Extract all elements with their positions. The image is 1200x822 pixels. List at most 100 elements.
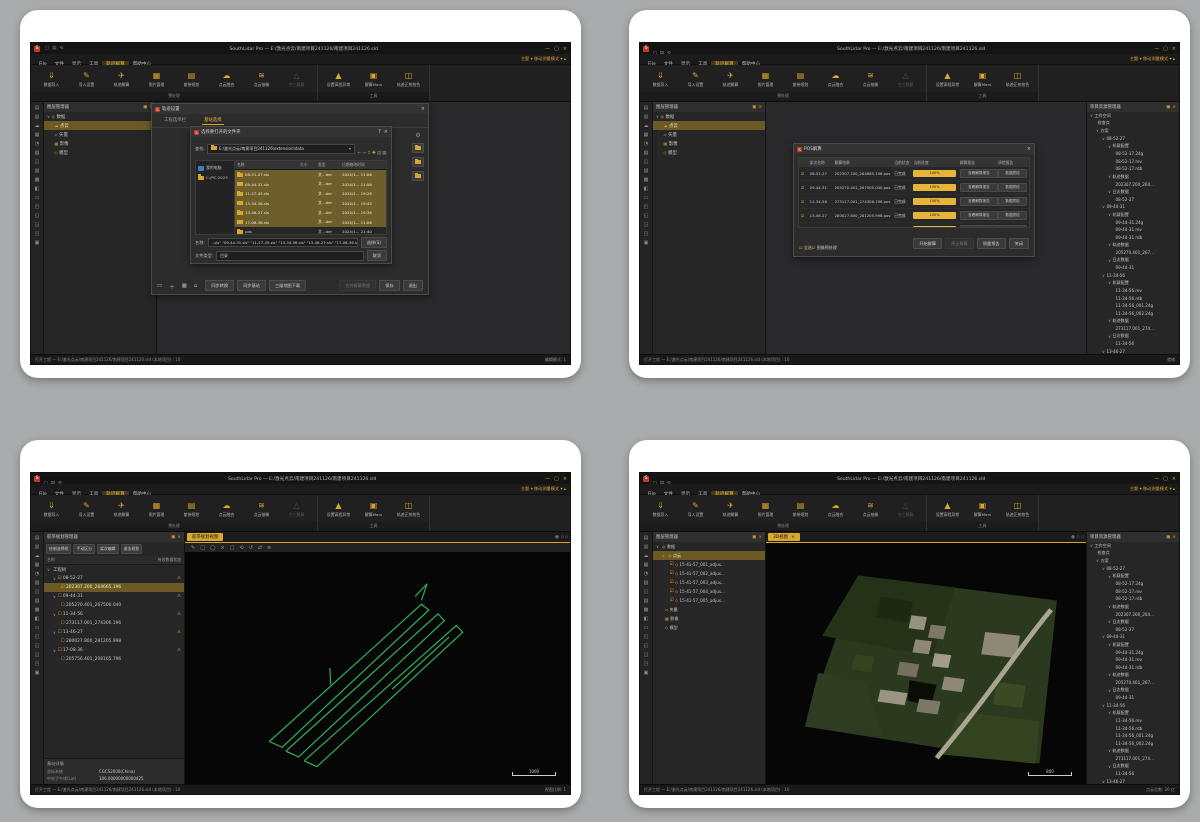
rail-tool-icon[interactable]: ▨ bbox=[35, 167, 40, 176]
pos-table-row[interactable]: ☑ 11-34-56 273117.001_274306.196.pos 已完成… bbox=[799, 195, 1029, 209]
strip-tree-row[interactable]: ☐205270.401_267500.040 bbox=[44, 601, 184, 610]
resource-tree-row[interactable]: ∨轨迹数据 bbox=[1087, 317, 1179, 325]
ribbon-button[interactable]: ☁点云融合 bbox=[209, 66, 244, 92]
quality-check-button[interactable]: 数据质检 bbox=[998, 197, 1027, 206]
dialog-tool-icon[interactable]: ⌂ bbox=[194, 283, 198, 291]
rail-tool-icon[interactable]: ◫ bbox=[644, 158, 649, 167]
nav-icon[interactable]: ✚ bbox=[372, 151, 376, 156]
dialog-button[interactable]: 合并解算数据 bbox=[339, 280, 376, 291]
dialog-button[interactable]: 保存 bbox=[379, 280, 399, 291]
resource-tree-row[interactable]: 205270.401_267... bbox=[1087, 679, 1179, 687]
rail-tool-icon[interactable]: ◫ bbox=[35, 158, 40, 167]
resource-tree-row[interactable]: 09-44-31 bbox=[1087, 694, 1179, 702]
resource-tree-row[interactable]: ∨日志数据 bbox=[1087, 256, 1179, 264]
ribbon-button[interactable]: ▲设置高程异常 bbox=[321, 66, 356, 92]
ribbon-button[interactable]: ≋点云抽稀 bbox=[853, 66, 888, 92]
dialog-button[interactable]: 退出 bbox=[403, 280, 423, 291]
rail-tool-icon[interactable]: ▨ bbox=[644, 597, 649, 606]
layer-tree-row[interactable]: ◇模型 bbox=[44, 148, 156, 157]
rail-tool-icon[interactable]: ▭ bbox=[644, 624, 649, 633]
strip-tree-row[interactable]: ∨☐13-46-27⚠ bbox=[44, 628, 184, 637]
resource-tree-row[interactable]: ∨机载配置 bbox=[1087, 641, 1179, 649]
draw-tool-icon[interactable]: □ bbox=[200, 545, 205, 551]
pos-table-row[interactable]: ☑ 13-46-27 280027.800_281205.998.pos 已完成… bbox=[799, 209, 1029, 223]
resource-tree-row[interactable]: 08-52-27 bbox=[1087, 196, 1179, 204]
rail-tool-icon[interactable]: ▨ bbox=[644, 167, 649, 176]
resource-tree-row[interactable]: ∨机载配置 bbox=[1087, 142, 1179, 150]
file-row[interactable]: 08-51-27.sls 文...der2024/1... 11:06 bbox=[235, 170, 386, 180]
layer-tree-row[interactable]: ☁点云 bbox=[653, 121, 765, 130]
resource-tree-row[interactable]: 202307.200_264... bbox=[1087, 610, 1179, 618]
file-row[interactable]: 09-44-31.sls 文...der2024/1... 11:06 bbox=[235, 180, 386, 190]
ribbon-button[interactable]: ☁点云融合 bbox=[818, 66, 853, 92]
resource-tree-row[interactable]: ∨日志数据 bbox=[1087, 686, 1179, 694]
rail-tool-icon[interactable]: ▦ bbox=[35, 131, 40, 140]
resource-tree-row[interactable]: 11-34-56_002.24g bbox=[1087, 739, 1179, 747]
rail-tool-icon[interactable]: ▥ bbox=[644, 113, 649, 122]
row-checkbox[interactable]: ☑ bbox=[801, 213, 810, 218]
view-report-button[interactable]: 查看解算报告 bbox=[960, 169, 998, 178]
nav-icon[interactable]: ▦ bbox=[382, 151, 386, 156]
resource-tree-row[interactable]: ∨轨迹数据 bbox=[1087, 603, 1179, 611]
rail-tool-icon[interactable]: ☁ bbox=[35, 122, 40, 131]
dialog-button[interactable]: 关闭 bbox=[1009, 238, 1029, 249]
resource-tree-row[interactable]: 08-52-27 bbox=[1087, 626, 1179, 634]
user-mode-badge[interactable]: 主题 ▾ 移动测量模式 ▾ ▴ bbox=[521, 486, 566, 492]
ribbon-button[interactable]: ▦照片管理 bbox=[139, 66, 174, 92]
tab-strip-plan-view[interactable]: 航带规划视图 bbox=[187, 533, 223, 541]
rail-tool-icon[interactable]: ☁ bbox=[644, 122, 649, 131]
dialog-button[interactable]: 质量报告 bbox=[977, 238, 1006, 249]
resource-tree-row[interactable]: 08-52-17.24g bbox=[1087, 150, 1179, 158]
ribbon-button[interactable]: ▦照片管理 bbox=[748, 496, 783, 522]
rail-tool-icon[interactable]: ◔ bbox=[35, 140, 39, 149]
ribbon-button[interactable]: ✎导入设置 bbox=[69, 66, 104, 92]
ribbon-button[interactable]: ✈轨迹解算 bbox=[713, 66, 748, 92]
resource-tree-row[interactable]: 09-44-31.24g bbox=[1087, 218, 1179, 226]
file-row[interactable]: 17-08-36.sls 文...der2024/1... 11:06 bbox=[235, 218, 386, 228]
pos-table-row[interactable]: ☑ 08-52-27 202307.200_264665.196.pos 已完成… bbox=[799, 167, 1029, 181]
rail-tool-icon[interactable]: ◳ bbox=[644, 660, 649, 669]
ribbon-button[interactable]: ✎导入设置 bbox=[69, 496, 104, 522]
rail-tool-icon[interactable]: ◲ bbox=[35, 221, 40, 230]
quality-check-button[interactable]: 数据质检 bbox=[998, 169, 1027, 178]
browse-folder-button[interactable] bbox=[412, 157, 424, 167]
layer-tree-row[interactable]: ☑◇15-41-57_004_adjus... bbox=[653, 587, 765, 596]
ribbon-button[interactable]: ⇓数据导入 bbox=[643, 66, 678, 92]
resource-tree-row[interactable]: ∨机载配置 bbox=[1087, 279, 1179, 287]
browse-folder-button[interactable] bbox=[412, 143, 424, 153]
dialog-button[interactable]: 同步转换 bbox=[205, 280, 234, 291]
rail-tool-icon[interactable]: ◫ bbox=[35, 588, 40, 597]
rail-tool-icon[interactable]: ◧ bbox=[644, 185, 649, 194]
rail-tool-icon[interactable]: ▧ bbox=[644, 579, 649, 588]
rail-tool-icon[interactable]: ▦ bbox=[644, 131, 649, 140]
ribbon-button[interactable]: ☁点云融合 bbox=[209, 496, 244, 522]
help-icon[interactable]: ? bbox=[378, 129, 381, 135]
strip-tree-row[interactable]: ☐205756.401_208165.796 bbox=[44, 655, 184, 664]
path-dropdown[interactable]: E:/激光点云/南建项目241126\extension\data▾ bbox=[207, 144, 355, 154]
resource-tree-row[interactable]: ∨轨迹数据 bbox=[1087, 671, 1179, 679]
draw-tool-icon[interactable]: ⇄ bbox=[258, 545, 262, 551]
resource-tree-row[interactable]: 273117.001_274... bbox=[1087, 325, 1179, 333]
footer-checkbox[interactable]: ☑ 全选 bbox=[799, 245, 812, 250]
ribbon-button[interactable]: ▣解算Mars bbox=[965, 66, 1000, 92]
rail-tool-icon[interactable]: ▩ bbox=[35, 606, 40, 615]
float-panel-icon[interactable]: ▣ bbox=[143, 105, 147, 110]
col-date[interactable]: 日期修改时间 bbox=[342, 162, 384, 168]
resource-tree-row[interactable]: 08-52-17.rdb bbox=[1087, 165, 1179, 173]
nav-icon[interactable]: ← bbox=[357, 151, 361, 156]
ribbon-button[interactable]: ✈轨迹解算 bbox=[104, 496, 139, 522]
ribbon-button[interactable]: ≋点云抽稀 bbox=[244, 66, 279, 92]
nav-icon[interactable]: ▤ bbox=[377, 151, 381, 156]
ribbon-button[interactable]: ✈轨迹解算 bbox=[104, 66, 139, 92]
tab-3d-view[interactable]: 3D视图× bbox=[768, 533, 800, 541]
rail-tool-icon[interactable]: ◳ bbox=[35, 660, 40, 669]
resource-tree-row[interactable]: 11-34-56.rdb bbox=[1087, 294, 1179, 302]
layer-tree-row[interactable]: ▦影像 bbox=[653, 139, 765, 148]
close-panel-icon[interactable]: × bbox=[1172, 535, 1176, 540]
rail-tool-icon[interactable]: ◱ bbox=[644, 642, 649, 651]
rail-tool-icon[interactable]: ◲ bbox=[644, 651, 649, 660]
dialog-button[interactable]: 三维地图下载 bbox=[269, 280, 306, 291]
browse-folder-button[interactable] bbox=[412, 171, 424, 181]
dialog-close-icon[interactable]: × bbox=[1027, 146, 1031, 152]
dialog-tool-icon[interactable]: ＋ bbox=[169, 283, 175, 291]
